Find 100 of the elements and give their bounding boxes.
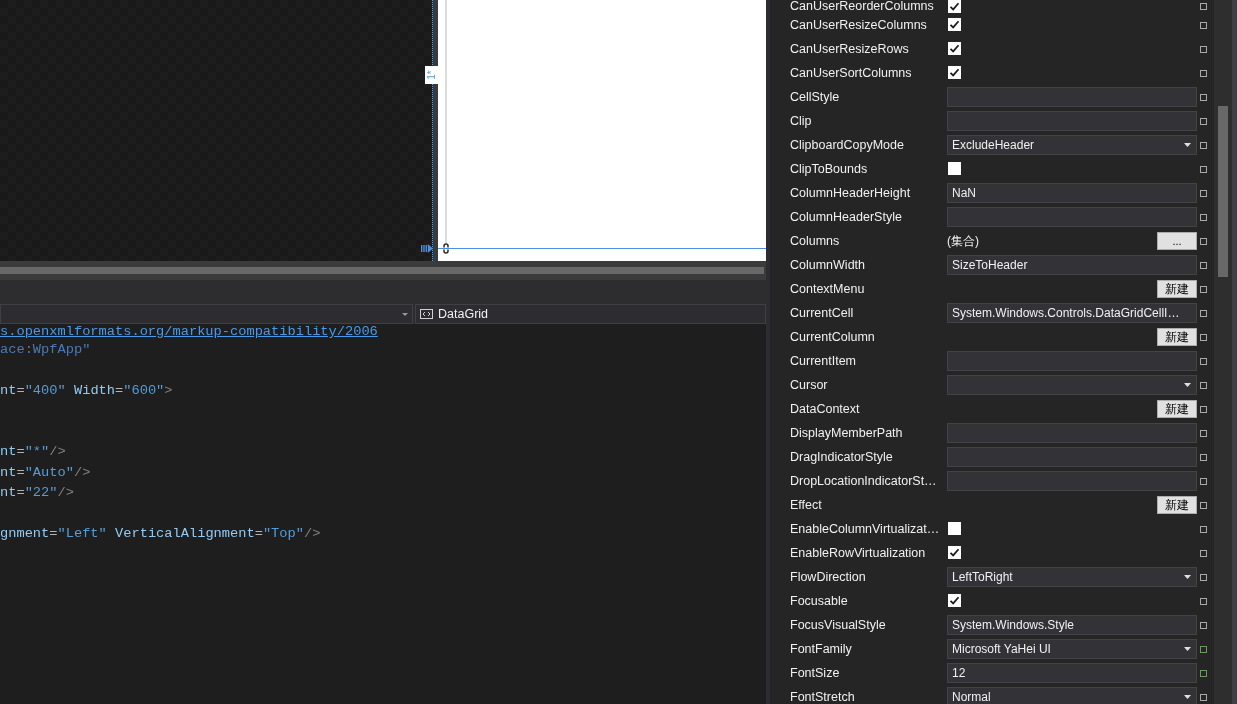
property-marker-icon[interactable] bbox=[1200, 621, 1207, 629]
property-marker-icon[interactable] bbox=[1200, 285, 1207, 293]
property-name: CanUserReorderColumns bbox=[790, 0, 935, 13]
property-name: EnableColumnVirtualizat… bbox=[790, 520, 941, 538]
property-name: DropLocationIndicatorSt… bbox=[790, 472, 938, 490]
property-marker-icon[interactable] bbox=[1200, 597, 1207, 605]
text-field[interactable]: 12 bbox=[947, 663, 1197, 683]
property-name: ClipToBounds bbox=[790, 160, 869, 178]
text-field[interactable] bbox=[947, 423, 1197, 443]
ellipsis-button[interactable]: ... bbox=[1157, 232, 1197, 250]
property-marker-icon[interactable] bbox=[1200, 69, 1207, 77]
property-name: FlowDirection bbox=[790, 568, 867, 586]
property-marker-icon[interactable] bbox=[1200, 477, 1207, 485]
property-name: CurrentColumn bbox=[790, 328, 876, 346]
property-name: ClipboardCopyMode bbox=[790, 136, 905, 154]
caret-icon bbox=[1184, 383, 1191, 387]
property-marker-icon[interactable] bbox=[1200, 693, 1207, 701]
code-line: nt="*"/> bbox=[0, 443, 66, 461]
checkbox[interactable] bbox=[948, 0, 961, 13]
caret-icon bbox=[1184, 143, 1191, 147]
property-marker-icon[interactable] bbox=[1200, 549, 1207, 557]
caret-icon bbox=[1184, 575, 1191, 579]
new-button[interactable]: 新建 bbox=[1157, 400, 1197, 418]
property-name: CurrentCell bbox=[790, 304, 855, 322]
text-field[interactable] bbox=[947, 207, 1197, 227]
checkbox[interactable] bbox=[948, 17, 961, 31]
row-marker-icon[interactable] bbox=[421, 244, 433, 253]
scrollbar-thumb[interactable] bbox=[0, 267, 764, 274]
checkbox[interactable] bbox=[948, 545, 961, 559]
text-field[interactable] bbox=[947, 471, 1197, 491]
property-name: CanUserResizeRows bbox=[790, 40, 910, 58]
dropdown[interactable]: ExcludeHeader bbox=[947, 135, 1197, 155]
code-line: nt="22"/> bbox=[0, 484, 74, 502]
property-marker-icon[interactable] bbox=[1200, 429, 1207, 437]
checkbox[interactable] bbox=[948, 41, 961, 55]
property-marker-icon[interactable] bbox=[1200, 189, 1207, 197]
property-name: Effect bbox=[790, 496, 823, 514]
property-marker-icon[interactable] bbox=[1200, 3, 1207, 10]
url-link[interactable]: s.openxmlformats.org/markup-compatibility/2006 bbox=[0, 324, 378, 339]
property-marker-icon[interactable] bbox=[1200, 669, 1207, 677]
property-marker-icon[interactable] bbox=[1200, 261, 1207, 269]
property-marker-icon[interactable] bbox=[1200, 21, 1207, 29]
property-marker-icon[interactable] bbox=[1200, 45, 1207, 53]
code-line: nt="Auto"/> bbox=[0, 463, 91, 482]
property-marker-icon[interactable] bbox=[1200, 141, 1207, 149]
property-marker-icon[interactable] bbox=[1200, 357, 1207, 365]
property-name: ColumnHeaderHeight bbox=[790, 184, 912, 202]
new-button[interactable]: 新建 bbox=[1157, 328, 1197, 346]
text-field[interactable] bbox=[947, 111, 1197, 131]
property-marker-icon[interactable] bbox=[1200, 213, 1207, 221]
property-marker-icon[interactable] bbox=[1200, 309, 1207, 317]
scrollbar-thumb[interactable] bbox=[1218, 106, 1228, 277]
text-field[interactable]: System.Windows.Style bbox=[947, 615, 1197, 635]
property-marker-icon[interactable] bbox=[1200, 237, 1207, 245]
property-name: EnableRowVirtualization bbox=[790, 544, 927, 562]
property-marker-icon[interactable] bbox=[1200, 93, 1207, 101]
code-icon bbox=[420, 309, 433, 319]
property-name: FontSize bbox=[790, 664, 841, 682]
property-name: Focusable bbox=[790, 592, 849, 610]
new-button[interactable]: 新建 bbox=[1157, 496, 1197, 514]
vertical-scrollbar[interactable] bbox=[1214, 0, 1232, 704]
bracket-icon[interactable] bbox=[443, 243, 449, 254]
text-field[interactable] bbox=[947, 447, 1197, 467]
property-name: ColumnHeaderStyle bbox=[790, 208, 903, 226]
property-marker-icon[interactable] bbox=[1200, 501, 1207, 509]
property-marker-icon[interactable] bbox=[1200, 525, 1207, 533]
property-name: DragIndicatorStyle bbox=[790, 448, 894, 466]
code-line: gnment="Left" VerticalAlignment="Top"/> bbox=[0, 525, 321, 543]
property-marker-icon[interactable] bbox=[1200, 117, 1207, 125]
property-name: FontFamily bbox=[790, 640, 853, 658]
property-name: CanUserSortColumns bbox=[790, 64, 913, 82]
property-marker-icon[interactable] bbox=[1200, 381, 1207, 389]
dropdown[interactable]: LeftToRight bbox=[947, 567, 1197, 587]
property-name: FocusVisualStyle bbox=[790, 616, 887, 634]
grid-rail[interactable] bbox=[433, 0, 438, 261]
property-name: Cursor bbox=[790, 376, 829, 394]
property-name: ContextMenu bbox=[790, 280, 866, 298]
element-dropdown[interactable]: DataGrid bbox=[415, 304, 766, 324]
collection-label: (集合) bbox=[947, 233, 979, 250]
checkbox[interactable] bbox=[948, 161, 961, 175]
property-name: CurrentItem bbox=[790, 352, 857, 370]
property-name: CellStyle bbox=[790, 88, 841, 106]
checkbox[interactable] bbox=[948, 593, 961, 607]
checkbox[interactable] bbox=[948, 65, 961, 79]
property-marker-icon[interactable] bbox=[1200, 405, 1207, 413]
horizontal-scrollbar[interactable] bbox=[0, 261, 766, 280]
new-button[interactable]: 新建 bbox=[1157, 280, 1197, 298]
dropdown[interactable]: Normal bbox=[947, 687, 1197, 704]
text-field[interactable] bbox=[947, 87, 1197, 107]
text-field[interactable]: NaN bbox=[947, 183, 1197, 203]
text-field[interactable]: System.Windows.Controls.DataGridCellI… bbox=[947, 303, 1197, 323]
text-field[interactable] bbox=[947, 351, 1197, 371]
property-marker-icon[interactable] bbox=[1200, 645, 1207, 653]
text-field[interactable]: SizeToHeader bbox=[947, 255, 1197, 275]
property-marker-icon[interactable] bbox=[1200, 573, 1207, 581]
dropdown[interactable]: Microsoft YaHei UI bbox=[947, 639, 1197, 659]
property-marker-icon[interactable] bbox=[1200, 453, 1207, 461]
checkbox[interactable] bbox=[948, 521, 961, 535]
property-marker-icon[interactable] bbox=[1200, 165, 1207, 173]
property-marker-icon[interactable] bbox=[1200, 333, 1207, 341]
